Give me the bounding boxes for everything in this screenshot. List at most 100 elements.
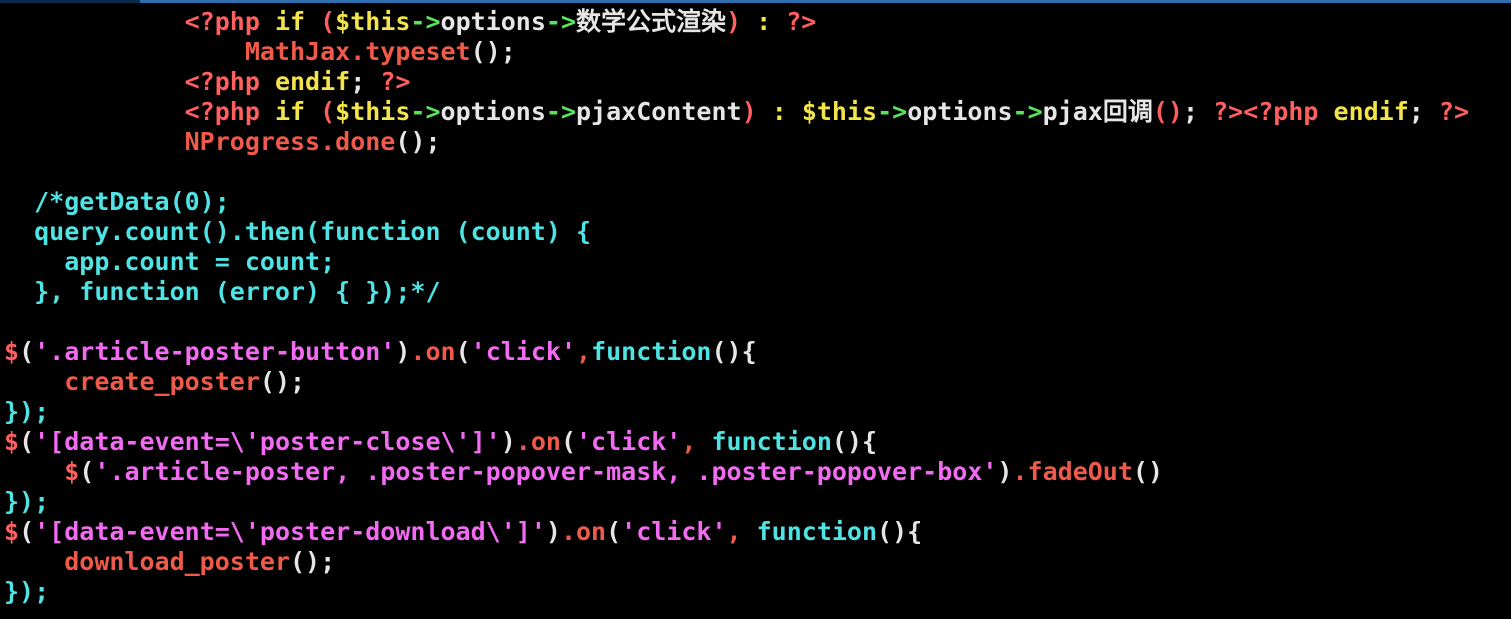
code-token: download_poster — [64, 547, 290, 576]
code-line[interactable]: }); — [4, 487, 1469, 517]
code-line[interactable]: app.count = count; — [4, 247, 1469, 277]
code-token: : — [756, 7, 772, 36]
code-token: $ — [4, 337, 20, 366]
code-line[interactable]: }, function (error) { });*/ — [4, 277, 1469, 307]
code-token: ) — [500, 427, 516, 456]
code-token: endif — [274, 67, 351, 96]
code-token: /*getData(0); — [34, 187, 230, 216]
code-token: ; — [1182, 97, 1199, 126]
code-token: }); — [4, 487, 50, 516]
code-token: <?php — [184, 97, 275, 126]
code-token: , — [726, 517, 757, 546]
code-token: ?> — [771, 7, 817, 36]
code-token: 'click' — [470, 337, 576, 366]
code-token: ) — [395, 337, 411, 366]
code-token: 数学公式渲染 — [576, 7, 727, 36]
code-line[interactable]: <?php endif; ?> — [4, 67, 1469, 97]
code-token: .on — [560, 517, 607, 546]
code-token: ?> — [1423, 97, 1469, 126]
code-line[interactable]: query.count().then(function (count) { — [4, 217, 1469, 247]
code-token: ( — [19, 337, 35, 366]
code-token: : — [771, 97, 787, 126]
code-token: , — [681, 427, 712, 456]
code-token: -> — [545, 97, 576, 126]
code-token: '[data-event=\'poster-close\']' — [34, 427, 501, 456]
code-line[interactable]: MathJax.typeset(); — [4, 37, 1469, 67]
code-token: -> — [410, 7, 441, 36]
code-token: 'click' — [576, 427, 682, 456]
code-token: -> — [545, 7, 576, 36]
code-token: function — [591, 337, 712, 366]
code-token: ( — [305, 7, 336, 36]
code-editor[interactable]: <?php if ($this->options->数学公式渲染) : ?> M… — [0, 0, 1511, 619]
code-token: (); — [395, 127, 441, 156]
code-token: $ — [64, 457, 80, 486]
code-token: }); — [4, 397, 50, 426]
code-line[interactable]: create_poster(); — [4, 367, 1469, 397]
code-token: .on — [410, 337, 456, 366]
code-token: $this — [801, 97, 878, 126]
code-token: '.article-poster, .poster-popover-mask, … — [94, 457, 998, 486]
code-line[interactable]: NProgress.done(); — [4, 127, 1469, 157]
code-token: 'click' — [621, 517, 727, 546]
code-line[interactable] — [4, 157, 1469, 187]
code-line[interactable]: /*getData(0); — [4, 187, 1469, 217]
code-token: options — [440, 7, 546, 36]
code-token: '[data-event=\'poster-download\']' — [34, 517, 546, 546]
code-token: -> — [1012, 97, 1043, 126]
code-line[interactable]: $('[data-event=\'poster-close\']').on('c… — [4, 427, 1469, 457]
code-token: () — [1152, 97, 1183, 126]
code-area[interactable]: <?php if ($this->options->数学公式渲染) : ?> M… — [4, 7, 1469, 607]
code-token: (); — [470, 37, 516, 66]
code-token: (); — [259, 367, 306, 396]
code-line[interactable] — [4, 307, 1469, 337]
code-token: NProgress.done — [184, 127, 396, 156]
code-line[interactable]: <?php if ($this->options->pjaxContent) :… — [4, 97, 1469, 127]
code-token: (){ — [831, 427, 878, 456]
code-token: create_poster — [64, 367, 260, 396]
code-token: (){ — [711, 337, 757, 366]
code-token: (){ — [877, 517, 923, 546]
code-token: function — [711, 427, 832, 456]
code-token: if — [274, 7, 306, 36]
code-token: $this — [335, 7, 411, 36]
code-token: ( — [305, 97, 336, 126]
code-token: ( — [19, 427, 35, 456]
code-line[interactable]: }); — [4, 397, 1469, 427]
code-token: function — [756, 517, 878, 546]
code-token: .fadeOut — [1012, 457, 1133, 486]
code-token: ( — [560, 427, 576, 456]
code-token: if — [274, 97, 306, 126]
code-line[interactable]: $('.article-poster, .poster-popover-mask… — [4, 457, 1469, 487]
code-token: $ — [4, 427, 20, 456]
code-token: $ — [4, 517, 20, 546]
code-token: ) — [997, 457, 1013, 486]
code-token: ; — [350, 67, 366, 96]
code-line[interactable]: $('.article-poster-button').on('click',f… — [4, 337, 1469, 367]
code-token: pjaxContent — [576, 97, 742, 126]
code-line[interactable]: }); — [4, 577, 1469, 607]
code-line[interactable]: $('[data-event=\'poster-download\']').on… — [4, 517, 1469, 547]
code-token: ; — [1408, 97, 1424, 126]
code-token: ?> — [365, 67, 411, 96]
code-token: ( — [79, 457, 95, 486]
code-line[interactable]: <?php if ($this->options->数学公式渲染) : ?> — [4, 7, 1469, 37]
code-token: MathJax.typeset — [244, 37, 471, 66]
code-token: query.count().then(function (count) { — [34, 217, 592, 246]
code-token: <?php — [184, 67, 275, 96]
code-token: ( — [19, 517, 35, 546]
code-token: .on — [515, 427, 561, 456]
code-line[interactable]: download_poster(); — [4, 547, 1469, 577]
code-token: -> — [410, 97, 441, 126]
code-token: (); — [290, 547, 336, 576]
